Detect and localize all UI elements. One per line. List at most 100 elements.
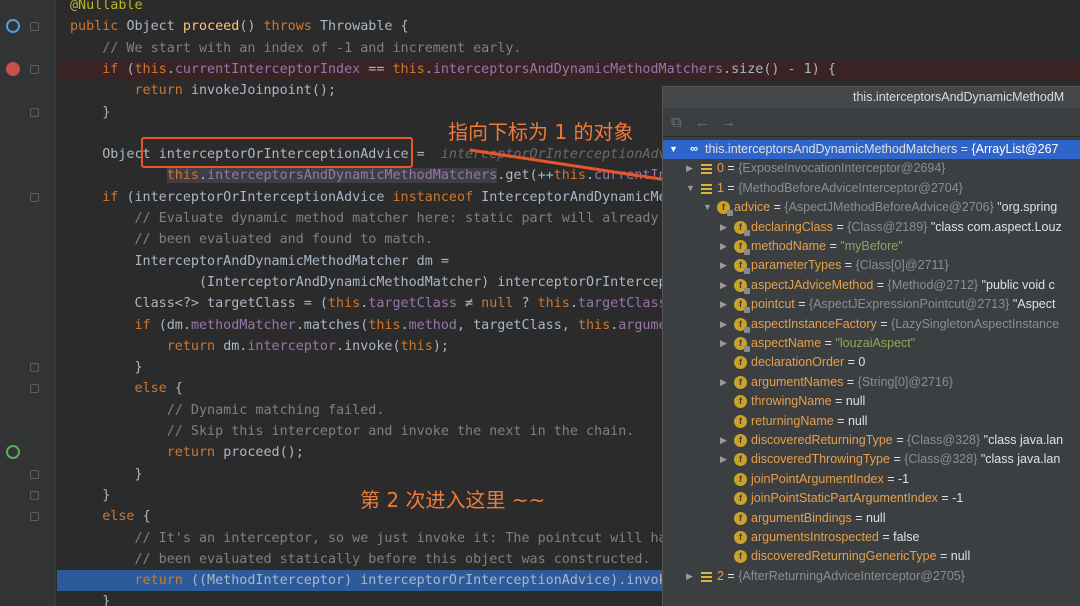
variable-value: "org.spring: [993, 200, 1058, 215]
code-token: ==: [360, 61, 393, 77]
tree-row[interactable]: f joinPointStaticPartArgumentIndex = -1: [663, 489, 1080, 508]
code-token: this: [392, 61, 425, 77]
tree-row[interactable]: ▶ 2 = {AfterReturningAdviceInterceptor@27…: [663, 567, 1080, 586]
tree-row-label: declarationOrder = 0: [751, 353, 865, 372]
back-arrow-icon[interactable]: ←: [695, 114, 710, 131]
tree-row[interactable]: ▶ f argumentNames = {String[0]@2716}: [663, 373, 1080, 392]
variable-name: declarationOrder: [751, 355, 845, 370]
code-token: interceptor: [247, 338, 337, 354]
tree-row[interactable]: ▼ f advice = {AspectJMethodBeforeAdvice@27…: [663, 198, 1080, 217]
expand-toggle-icon[interactable]: ▶: [720, 295, 730, 314]
expand-toggle-icon[interactable]: ▶: [720, 237, 730, 256]
tree-row[interactable]: ▶ f aspectJAdviceMethod = {Method@2712} "p…: [663, 276, 1080, 295]
expand-toggle-icon[interactable]: ▶: [720, 431, 730, 450]
variable-value: null: [866, 510, 886, 525]
tree-row[interactable]: f throwingName = null: [663, 392, 1080, 411]
tree-row[interactable]: f joinPointArgumentIndex = -1: [663, 470, 1080, 489]
final-field-icon: f: [734, 278, 750, 294]
tree-row[interactable]: f discoveredReturningGenericType = null: [663, 547, 1080, 566]
tree-row[interactable]: ▶ f declaringClass = {Class@2189} "class c…: [663, 218, 1080, 237]
code-token: methodMatcher: [190, 317, 296, 333]
variable-name: joinPointArgumentIndex: [751, 471, 884, 486]
tree-row-label: 1 = {MethodBeforeAdviceInterceptor@2704}: [717, 179, 963, 198]
expand-toggle-icon[interactable]: ▶: [720, 450, 730, 469]
tree-row[interactable]: ▶ f discoveredReturningType = {Class@328} …: [663, 431, 1080, 450]
tree-row[interactable]: f returningName = null: [663, 412, 1080, 431]
override-method-icon[interactable]: [6, 19, 20, 34]
tree-row[interactable]: ▼ ∞ this.interceptorsAndDynamicMethodMatch…: [663, 140, 1080, 160]
code-token: InterceptorAndDynamicMetho: [481, 189, 691, 205]
fold-toggle-icon[interactable]: [30, 22, 39, 32]
fold-toggle-icon[interactable]: [30, 490, 39, 500]
code-text: }: [70, 357, 142, 378]
tree-row[interactable]: ▶ f pointcut = {AspectJExpressionPointcut@…: [663, 295, 1080, 314]
debugger-variables-popup[interactable]: this.interceptorsAndDynamicMethodM ⧉ ← →…: [662, 86, 1080, 606]
code-line[interactable]: public Object proceed() throws Throwable…: [57, 16, 1080, 37]
tree-row[interactable]: ▶ f discoveredThrowingType = {Class@328} "…: [663, 450, 1080, 469]
fold-toggle-icon[interactable]: [30, 107, 39, 117]
forward-arrow-icon[interactable]: →: [721, 114, 736, 131]
code-line[interactable]: @Nullable: [57, 0, 1080, 16]
collapse-toggle-icon[interactable]: ▼: [669, 140, 679, 159]
tree-row[interactable]: ▼ 1 = {MethodBeforeAdviceInterceptor@2704…: [663, 179, 1080, 198]
tree-row[interactable]: f declarationOrder = 0: [663, 353, 1080, 372]
fold-toggle-icon[interactable]: [30, 192, 39, 202]
tree-row-label: methodName = "myBefore": [751, 237, 903, 256]
variable-value: null: [950, 549, 971, 564]
variable-type: {Class@328}: [907, 433, 981, 447]
code-token: // been evaluated statically before this…: [70, 551, 651, 567]
tree-row[interactable]: ▶ f parameterTypes = {Class[0]@2711}: [663, 256, 1080, 275]
code-token: }: [70, 104, 111, 120]
expand-toggle-icon[interactable]: ▶: [720, 373, 730, 392]
code-token: // Dynamic matching failed.: [70, 402, 385, 418]
copy-icon[interactable]: ⧉: [671, 114, 682, 131]
variable-type: {AfterReturningAdviceInterceptor@2705}: [738, 568, 965, 583]
fold-toggle-icon[interactable]: [30, 384, 39, 394]
code-token: .size() -: [723, 61, 804, 77]
expand-toggle-icon[interactable]: ▶: [720, 315, 730, 334]
variable-type: {AspectJMethodBeforeAdvice@2706}: [784, 200, 994, 215]
variable-value: null: [847, 413, 868, 428]
tree-row[interactable]: ▶ f aspectInstanceFactory = {LazySingleton…: [663, 315, 1080, 334]
breakpoint-line[interactable]: if (this.currentInterceptorIndex == this…: [57, 58, 1080, 81]
tree-row[interactable]: ▶ f aspectName = "louzaiAspect": [663, 334, 1080, 353]
recursive-call-icon[interactable]: [6, 445, 20, 460]
code-token: ?: [521, 296, 538, 312]
code-token: }: [70, 594, 111, 606]
code-token: }: [70, 466, 143, 482]
fold-toggle-icon[interactable]: [30, 363, 39, 373]
tree-row-label: this.interceptorsAndDynamicMethodMatcher…: [705, 140, 1059, 159]
variable-value: null: [845, 394, 866, 409]
code-token: .: [569, 296, 578, 312]
expand-toggle-icon[interactable]: ▶: [720, 276, 730, 295]
variables-tree[interactable]: ▼ ∞ this.interceptorsAndDynamicMethodMatch…: [663, 138, 1080, 606]
tree-row[interactable]: f argumentsIntrospected = false: [663, 528, 1080, 547]
code-token: method: [408, 317, 457, 333]
breakpoint-icon[interactable]: [6, 61, 20, 76]
code-text: // Skip this interceptor and invoke the …: [70, 421, 635, 442]
fold-toggle-icon[interactable]: [30, 64, 39, 74]
collapse-toggle-icon[interactable]: ▼: [686, 179, 696, 198]
equals-sign: =: [889, 452, 905, 467]
expand-toggle-icon[interactable]: ▶: [720, 218, 730, 237]
tree-row[interactable]: f argumentBindings = null: [663, 509, 1080, 528]
expand-toggle-icon[interactable]: ▶: [720, 256, 730, 275]
code-text: else {: [70, 506, 150, 527]
variable-name: discoveredReturningGenericType: [751, 549, 937, 564]
code-token: Throwable {: [319, 19, 409, 35]
fold-toggle-icon[interactable]: [30, 469, 39, 479]
expand-toggle-icon[interactable]: ▶: [686, 567, 696, 586]
fold-toggle-icon[interactable]: [30, 512, 39, 522]
field-icon: f: [734, 511, 747, 525]
annotation-second-entry-label: 第 2 次进入这里 ~~: [360, 488, 546, 512]
array-element-icon: [700, 570, 713, 583]
expand-toggle-icon[interactable]: ▶: [720, 334, 730, 353]
code-line[interactable]: // We start with an index of -1 and incr…: [57, 38, 1080, 59]
expand-toggle-icon[interactable]: ▶: [686, 159, 696, 178]
tree-row-label: declaringClass = {Class@2189} "class com…: [751, 218, 1062, 237]
collapse-toggle-icon[interactable]: ▼: [703, 198, 713, 217]
tree-row[interactable]: ▶ 0 = {ExposeInvocationInterceptor@2694}: [663, 159, 1080, 178]
code-text: return ((MethodInterceptor) interceptorO…: [70, 570, 682, 591]
tree-row[interactable]: ▶ f methodName = "myBefore": [663, 237, 1080, 256]
